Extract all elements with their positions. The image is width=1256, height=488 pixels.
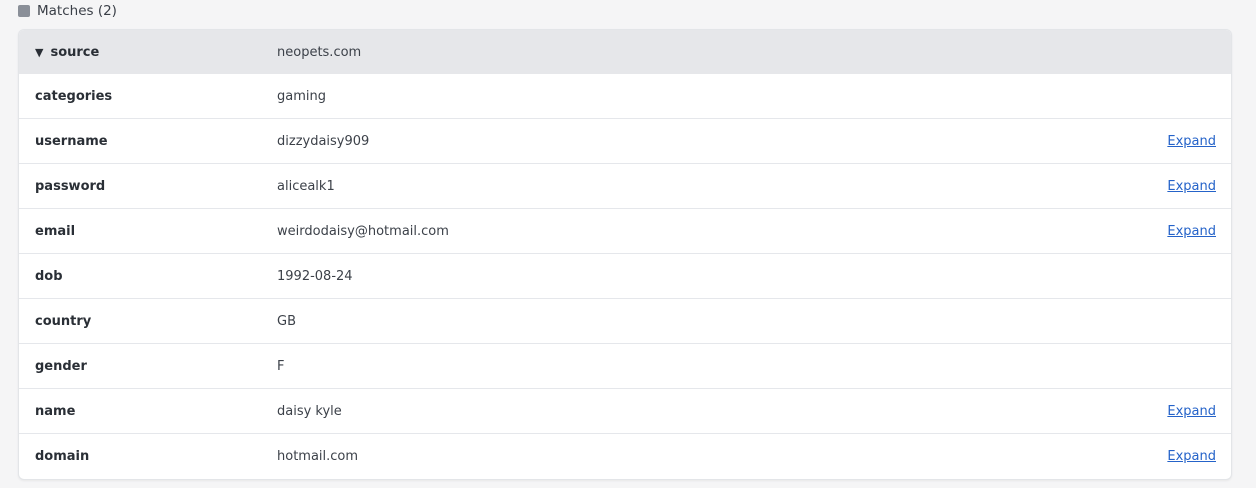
field-row-categories: categories gaming bbox=[19, 74, 1231, 119]
expand-password-link[interactable]: Expand bbox=[1167, 179, 1216, 194]
record-header-row[interactable]: ▼ source neopets.com bbox=[19, 30, 1231, 74]
match-record-card: ▼ source neopets.com categories gaming u… bbox=[18, 29, 1232, 480]
field-key: country bbox=[35, 313, 92, 329]
field-key: username bbox=[35, 133, 108, 149]
source-label: source bbox=[50, 44, 100, 60]
expand-domain-link[interactable]: Expand bbox=[1167, 449, 1216, 464]
field-value: 1992-08-24 bbox=[277, 268, 353, 284]
field-value: dizzydaisy909 bbox=[277, 133, 370, 149]
field-value: GB bbox=[277, 313, 296, 329]
expand-email-link[interactable]: Expand bbox=[1167, 224, 1216, 239]
field-row-name: name daisy kyle Expand bbox=[19, 389, 1231, 434]
field-row-password: password alicealk1 Expand bbox=[19, 164, 1231, 209]
expand-name-link[interactable]: Expand bbox=[1167, 404, 1216, 419]
caret-down-icon[interactable]: ▼ bbox=[35, 47, 43, 58]
field-value: hotmail.com bbox=[277, 449, 359, 464]
expand-username-link[interactable]: Expand bbox=[1167, 134, 1216, 149]
field-key: name bbox=[35, 403, 76, 419]
field-row-country: country GB bbox=[19, 299, 1231, 344]
field-row-dob: dob 1992-08-24 bbox=[19, 254, 1231, 299]
field-key: domain bbox=[35, 449, 90, 464]
field-key: categories bbox=[35, 88, 113, 104]
field-row-email: email weirdodaisy@hotmail.com Expand bbox=[19, 209, 1231, 254]
field-value: gaming bbox=[277, 88, 326, 104]
field-value: F bbox=[277, 358, 285, 374]
matches-title: Matches (2) bbox=[37, 3, 117, 19]
field-row-username: username dizzydaisy909 Expand bbox=[19, 119, 1231, 164]
record-header-key[interactable]: ▼ source bbox=[35, 45, 99, 60]
field-key: gender bbox=[35, 358, 87, 374]
square-icon bbox=[18, 5, 30, 17]
field-key: dob bbox=[35, 268, 63, 284]
field-key: password bbox=[35, 178, 106, 194]
field-value: weirdodaisy@hotmail.com bbox=[277, 223, 449, 239]
field-key: email bbox=[35, 223, 76, 239]
field-row-domain: domain hotmail.com Expand bbox=[19, 434, 1231, 479]
matches-section-header[interactable]: Matches (2) bbox=[18, 2, 117, 20]
field-value: daisy kyle bbox=[277, 403, 342, 419]
field-value: alicealk1 bbox=[277, 178, 335, 194]
source-value: neopets.com bbox=[277, 44, 362, 60]
field-row-gender: gender F bbox=[19, 344, 1231, 389]
